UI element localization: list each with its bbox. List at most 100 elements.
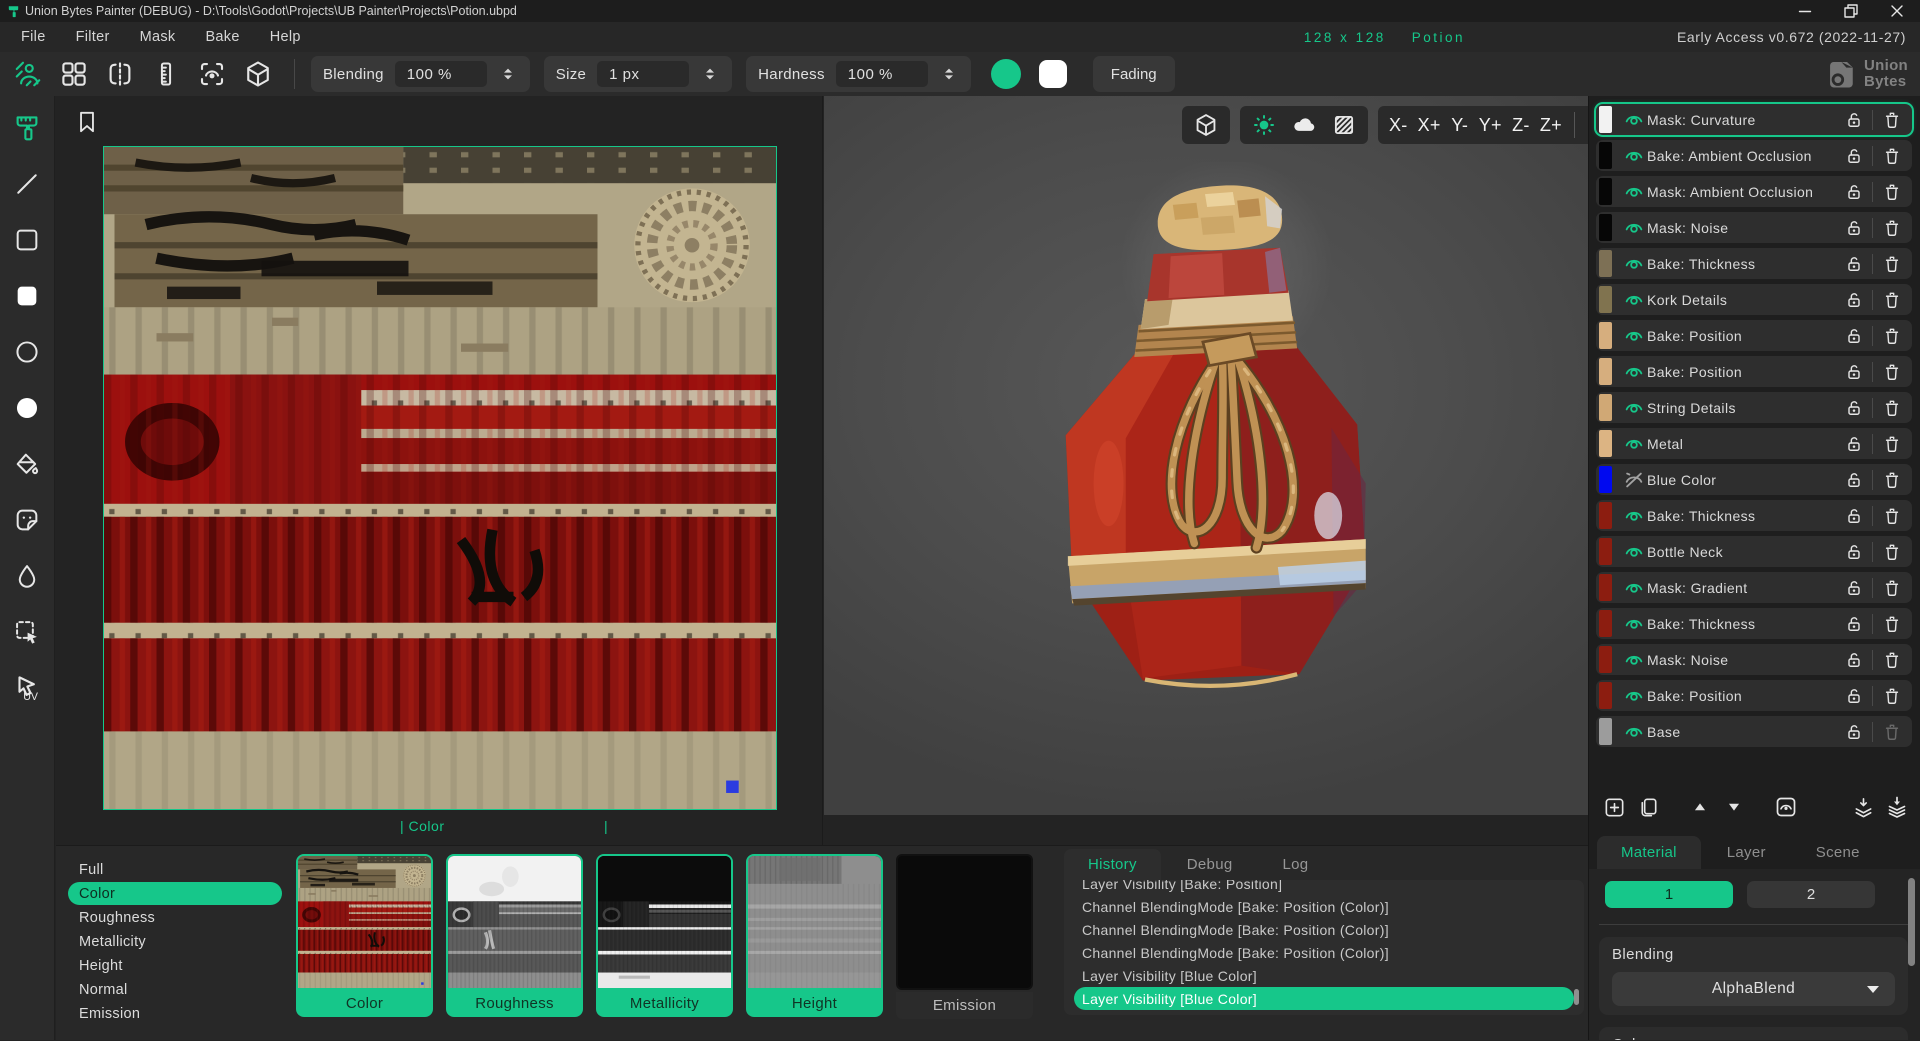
layer-lock-button[interactable] [1840,146,1867,166]
layer-delete-button[interactable] [1878,146,1905,166]
layer-row[interactable]: String Details [1596,392,1912,423]
close-button[interactable] [1874,0,1920,22]
material-panel-tab[interactable]: Scene [1792,836,1884,869]
layer-row[interactable]: Base [1596,716,1912,747]
layer-lock-button[interactable] [1840,290,1867,310]
tool-water-drop[interactable] [11,560,43,592]
preview-color[interactable]: Color [296,854,433,1019]
layer-delete-button[interactable] [1878,722,1905,742]
layer-lock-button[interactable] [1840,578,1867,598]
tool-rectangle-filled[interactable] [11,280,43,312]
preview-metallicity[interactable]: Metallicity [596,854,733,1019]
menu-item[interactable]: Help [255,29,316,45]
history-entry[interactable]: Channel BlendingMode [Bake: Position (Co… [1074,895,1574,918]
layer-delete-button[interactable] [1878,290,1905,310]
layer-lock-button[interactable] [1840,542,1867,562]
layer-delete-button[interactable] [1878,254,1905,274]
hardness-stepper[interactable] [939,63,959,85]
layer-visibility-button[interactable] [1621,505,1647,527]
axis-view-button[interactable]: Y+ [1474,110,1507,140]
size-input[interactable]: 1 px [597,61,689,87]
layer-lock-button[interactable] [1840,614,1867,634]
layer-row[interactable]: Mask: Curvature [1596,104,1912,135]
menu-item[interactable]: Bake [190,29,254,45]
layer-lock-button[interactable] [1840,218,1867,238]
layer-row[interactable]: Bake: Position [1596,680,1912,711]
maximize-button[interactable] [1828,0,1874,22]
material-panel-tab[interactable]: Layer [1703,836,1790,869]
minimize-button[interactable] [1782,0,1828,22]
add-layer-button[interactable] [1601,794,1627,820]
channel-item[interactable]: Height [68,954,282,977]
layer-lock-button[interactable] [1840,686,1867,706]
layer-delete-button[interactable] [1878,578,1905,598]
tool-line[interactable] [11,168,43,200]
layer-row[interactable]: Blue Color [1596,464,1912,495]
layer-visibility-button[interactable] [1621,253,1647,275]
layer-delete-button[interactable] [1878,218,1905,238]
history-entry[interactable]: Channel BlendingMode [Bake: Position (Co… [1074,941,1574,964]
blending-mode-dropdown[interactable]: AlphaBlend [1612,972,1895,1006]
channel-item[interactable]: Normal [68,978,282,1001]
channel-item[interactable]: Emission [68,1002,282,1025]
layer-delete-button[interactable] [1878,110,1905,130]
axis-view-button[interactable]: Y- [1446,110,1474,140]
tool-rectangle-outline[interactable] [11,224,43,256]
duplicate-layer-button[interactable] [1635,794,1661,820]
layer-row[interactable]: Bottle Neck [1596,536,1912,567]
viewport-3d[interactable]: X-X+Y-Y+Z-Z+ [824,96,1588,815]
history-entry[interactable]: Layer Visibility [Bake: Position] [1074,880,1574,895]
sky-button[interactable] [1285,110,1323,140]
layer-visibility-button[interactable] [1621,577,1647,599]
material-slot-button[interactable]: 1 [1605,881,1733,908]
layer-visibility-button[interactable] [1621,433,1647,455]
figure-paint-button[interactable] [8,56,48,92]
layer-delete-button[interactable] [1878,362,1905,382]
layer-visibility-button[interactable] [1621,649,1647,671]
layer-row[interactable]: Metal [1596,428,1912,459]
layer-lock-button[interactable] [1840,254,1867,274]
layer-visibility-toggle-button[interactable] [1773,794,1799,820]
layer-delete-button[interactable] [1878,650,1905,670]
layer-delete-button[interactable] [1878,614,1905,634]
layer-visibility-button[interactable] [1621,145,1647,167]
tool-uv-select[interactable] [11,672,43,704]
menu-item[interactable]: Filter [61,29,125,45]
layer-row[interactable]: Bake: Position [1596,320,1912,351]
layer-row[interactable]: Mask: Ambient Occlusion [1596,176,1912,207]
tool-circle-outline[interactable] [11,336,43,368]
layer-row[interactable]: Mask: Noise [1596,212,1912,243]
layer-delete-button[interactable] [1878,542,1905,562]
axis-view-button[interactable]: Z+ [1535,110,1567,140]
background-pattern-button[interactable] [1326,110,1362,140]
axis-view-button[interactable]: X- [1384,110,1413,140]
tool-sticker[interactable] [11,504,43,536]
primary-color-swatch[interactable] [991,59,1021,89]
history-list[interactable]: Layer Visibility [Bake: Position]Channel… [1064,880,1584,1015]
preview-height[interactable]: Height [746,854,883,1019]
layer-lock-button[interactable] [1840,326,1867,346]
secondary-color-swatch[interactable] [1039,60,1067,88]
layer-visibility-button[interactable] [1621,721,1647,743]
layer-lock-button[interactable] [1840,722,1867,742]
move-layer-up-button[interactable] [1687,794,1713,820]
tool-fill-bucket[interactable] [11,448,43,480]
layer-lock-button[interactable] [1840,434,1867,454]
layer-delete-button[interactable] [1878,470,1905,490]
channel-item[interactable]: Color [68,882,282,905]
layer-row[interactable]: Mask: Gradient [1596,572,1912,603]
history-tab[interactable]: Log [1258,849,1332,880]
preview-roughness[interactable]: Roughness [446,854,583,1019]
tool-select-region[interactable] [11,616,43,648]
layer-delete-button[interactable] [1878,686,1905,706]
light-button[interactable] [1246,110,1282,140]
mirror-button[interactable] [100,56,140,92]
layer-lock-button[interactable] [1840,650,1867,670]
layer-visibility-button[interactable] [1621,541,1647,563]
menu-item[interactable]: File [6,29,61,45]
fading-button[interactable]: Fading [1093,56,1175,92]
layer-visibility-button[interactable] [1621,469,1647,491]
potion-model[interactable] [1002,162,1408,762]
menu-item[interactable]: Mask [125,29,191,45]
axis-view-button[interactable]: X+ [1413,110,1446,140]
